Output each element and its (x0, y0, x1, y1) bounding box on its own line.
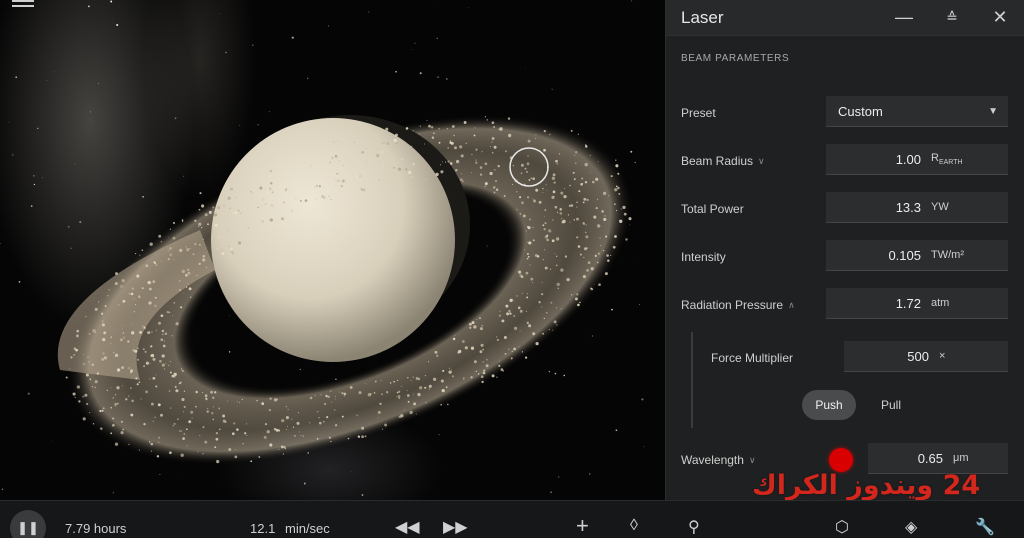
preset-value: Custom (838, 103, 883, 119)
total-power-unit: YW (931, 201, 949, 213)
force-multiplier-value: 500 (907, 348, 929, 364)
rewind-icon[interactable]: ◀◀ (395, 517, 420, 537)
fast-forward-icon[interactable]: ▶▶ (443, 517, 468, 537)
minimize-icon[interactable]: — (880, 0, 928, 36)
force-multiplier-field[interactable]: 500 × (844, 341, 1008, 372)
beam-radius-value: 1.00 (895, 151, 921, 167)
close-icon[interactable]: ✕ (976, 0, 1024, 36)
section-title: BEAM PARAMETERS (681, 53, 790, 64)
time-rate-unit: min/sec (285, 521, 330, 536)
time-controls-bar: ❚❚ 7.79 hours 12.1 min/sec ◀◀ ▶▶ + ◊ ⚲ ⬡… (0, 500, 1024, 538)
force-multiplier-unit: × (939, 350, 946, 362)
intensity-value: 0.105 (888, 247, 921, 263)
pull-button[interactable]: Pull (866, 390, 916, 420)
saturn-scene (0, 0, 645, 500)
chevron-down-icon: ▼ (988, 105, 998, 117)
planet[interactable] (211, 118, 455, 362)
wrench-icon[interactable]: 🔧 (975, 517, 995, 537)
force-multiplier-label: Force Multiplier (711, 351, 794, 365)
radiation-pressure-label: Radiation Pressure (681, 298, 784, 312)
total-power-value: 13.3 (895, 199, 921, 215)
intensity-label: Intensity (681, 250, 726, 264)
pause-icon[interactable]: ❚❚ (10, 510, 46, 538)
chevron-down-icon[interactable]: ∨ (749, 455, 756, 466)
collapse-icon[interactable]: ≙ (928, 0, 976, 36)
radiation-pressure-label-group[interactable]: Radiation Pressure ∧ (681, 298, 795, 312)
watermark: 24 ويندوز الكراك (752, 470, 981, 501)
wavelength-unit: μm (953, 452, 969, 464)
search-icon[interactable]: ⚲ (688, 517, 700, 537)
total-power-row: Total Power 13.3 YW (666, 192, 1024, 226)
chevron-up-icon[interactable]: ∧ (788, 300, 795, 311)
wavelength-label: Wavelength (681, 453, 744, 467)
wavelength-value: 0.65 (917, 450, 943, 466)
push-button[interactable]: Push (802, 390, 856, 420)
preset-label: Preset (681, 106, 716, 120)
total-power-label: Total Power (681, 202, 744, 216)
beam-radius-unit: REARTH (931, 151, 963, 167)
panel-header: Laser — ≙ ✕ (666, 0, 1024, 36)
cube-icon[interactable]: ⬡ (835, 517, 849, 537)
time-rate-value[interactable]: 12.1 (250, 521, 275, 536)
layers-icon[interactable]: ◈ (905, 517, 917, 537)
intensity-unit: TW/m² (931, 249, 964, 261)
preset-row: Preset Custom ▼ (666, 96, 1024, 130)
wavelength-label-group[interactable]: Wavelength ∨ (681, 453, 756, 467)
radiation-pressure-unit: atm (931, 297, 950, 309)
beam-radius-label: Beam Radius (681, 154, 754, 168)
force-multiplier-row: Force Multiplier 500 × (666, 341, 1024, 375)
select-icon[interactable]: ◊ (630, 517, 638, 535)
total-power-field[interactable]: 13.3 YW (826, 192, 1008, 223)
preset-dropdown[interactable]: Custom ▼ (826, 96, 1008, 127)
chevron-down-icon[interactable]: ∨ (758, 156, 765, 167)
laser-panel: Laser — ≙ ✕ BEAM PARAMETERS Preset Custo… (665, 0, 1024, 500)
beam-radius-row: Beam Radius ∨ 1.00 REARTH (666, 144, 1024, 178)
add-icon[interactable]: + (576, 513, 589, 538)
panel-title: Laser (681, 7, 724, 27)
wavelength-color-swatch[interactable] (829, 448, 853, 472)
radiation-pressure-row: Radiation Pressure ∧ 1.72 atm (666, 288, 1024, 322)
beam-radius-label-group[interactable]: Beam Radius ∨ (681, 154, 765, 168)
simulation-viewport[interactable] (0, 0, 665, 500)
menu-icon[interactable] (12, 0, 34, 10)
radiation-pressure-field[interactable]: 1.72 atm (826, 288, 1008, 319)
beam-radius-field[interactable]: 1.00 REARTH (826, 144, 1008, 175)
intensity-field[interactable]: 0.105 TW/m² (826, 240, 1008, 271)
elapsed-time: 7.79 hours (65, 521, 127, 536)
radiation-pressure-value: 1.72 (895, 295, 921, 311)
intensity-row: Intensity 0.105 TW/m² (666, 240, 1024, 274)
